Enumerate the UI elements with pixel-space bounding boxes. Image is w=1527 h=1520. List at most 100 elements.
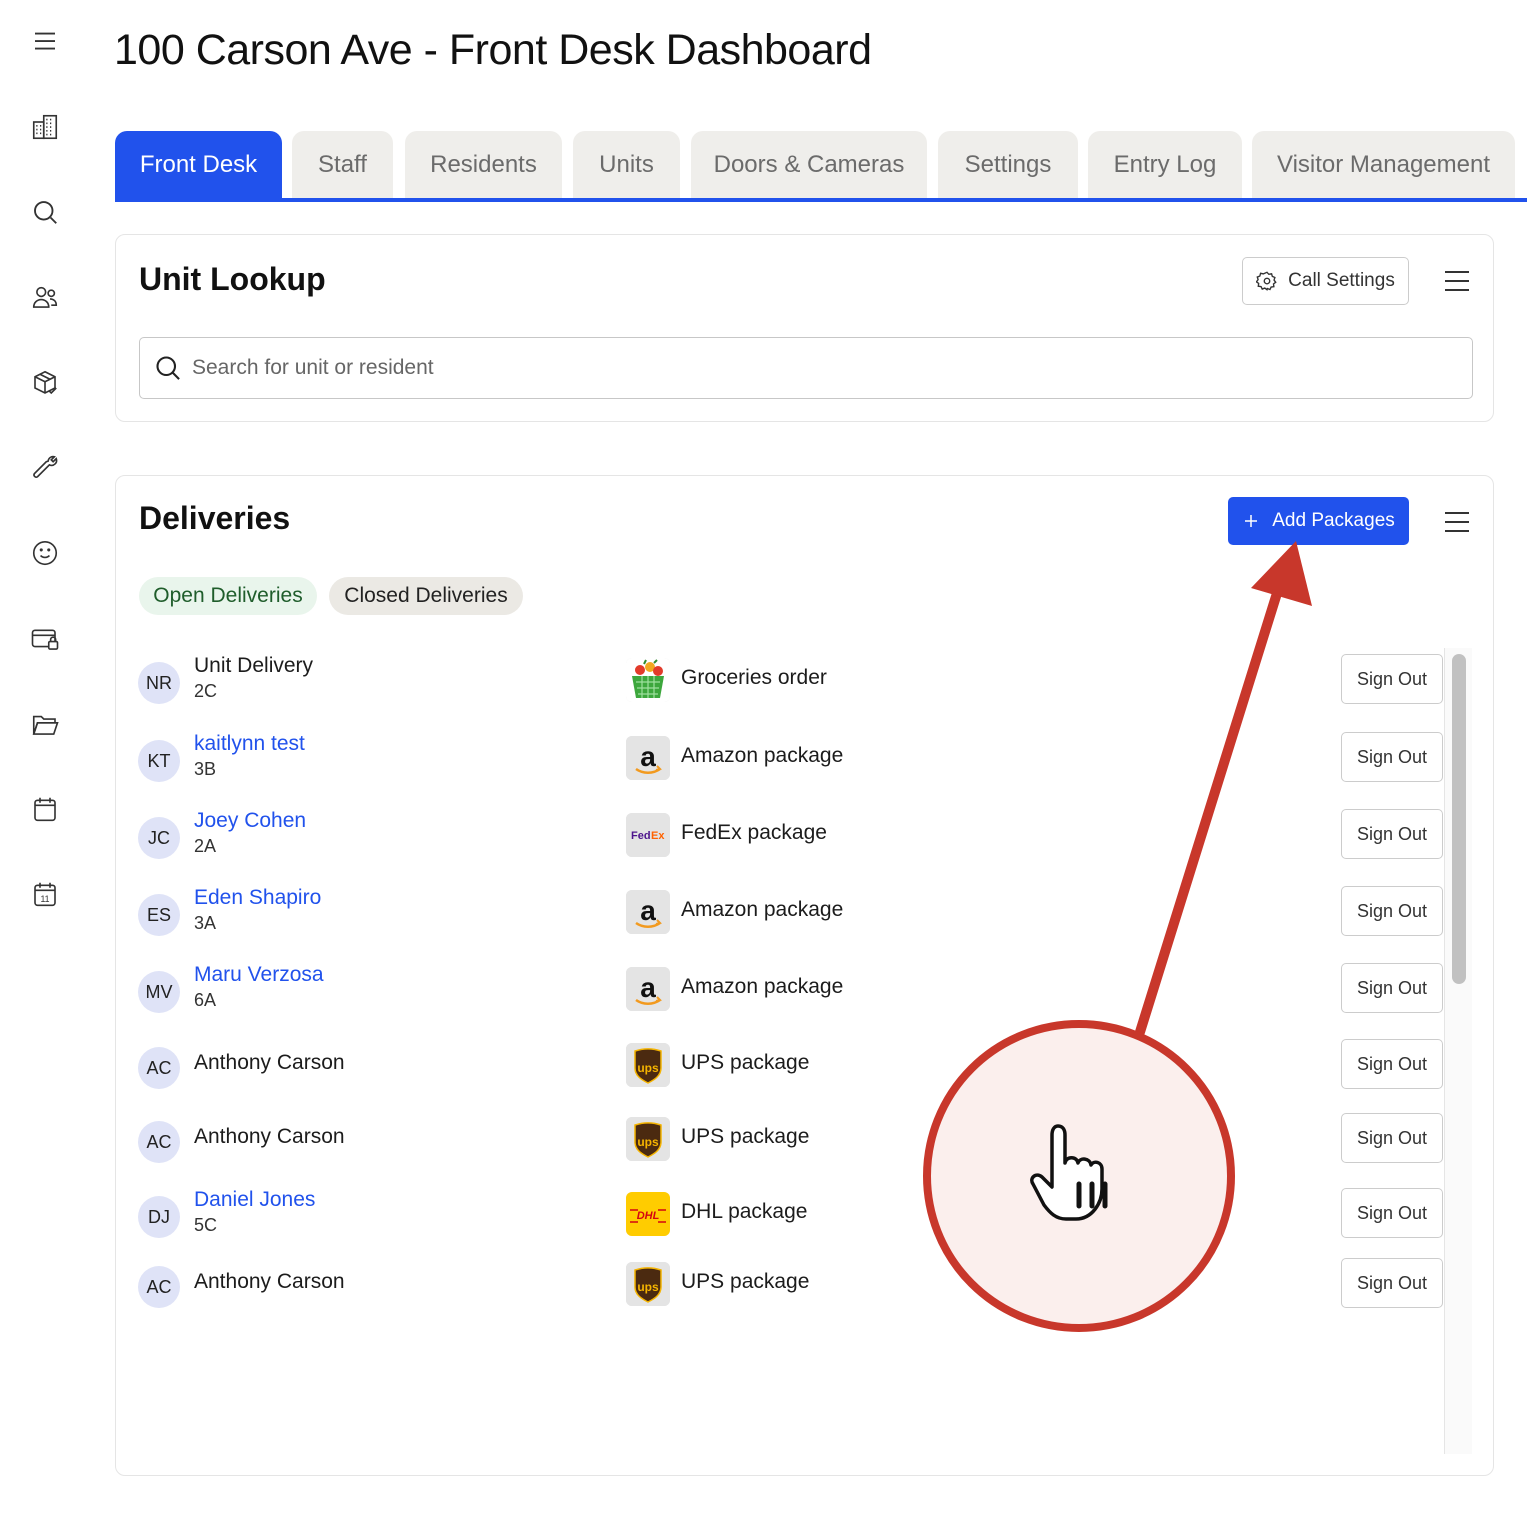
menu-icon[interactable] xyxy=(26,22,64,60)
svg-text:a: a xyxy=(640,972,656,1003)
delivery-row: DJ Daniel Jones 5C DHL DHL package Sign Out xyxy=(116,1188,1473,1248)
tab-doors-cameras[interactable]: Doors & Cameras xyxy=(691,131,927,198)
resident-unit: 3B xyxy=(194,759,217,779)
ups-logo-icon: ups xyxy=(626,1117,670,1161)
svg-text:ups: ups xyxy=(637,1135,659,1149)
svg-text:11: 11 xyxy=(40,894,49,904)
package-description: Amazon package xyxy=(681,975,844,998)
tab-bar: Front Desk Staff Residents Units Doors &… xyxy=(115,131,1527,202)
page-title: 100 Carson Ave - Front Desk Dashboard xyxy=(114,26,872,74)
deliveries-card: Deliveries Add Packages Open Deliveries … xyxy=(115,475,1494,1476)
svg-text:ups: ups xyxy=(637,1061,659,1075)
tab-residents[interactable]: Residents xyxy=(405,131,562,198)
tab-entry-log[interactable]: Entry Log xyxy=(1088,131,1242,198)
resident-name[interactable]: kaitlynn test xyxy=(194,732,305,756)
package-description: Groceries order xyxy=(681,666,827,689)
people-icon[interactable] xyxy=(26,278,64,316)
delivery-row: KT kaitlynn test 3B a Amazon package Sign Out xyxy=(116,732,1473,792)
delivery-row: NR Unit Delivery 2C Groceries order Sign Out xyxy=(116,654,1473,714)
unit-lookup-card: Unit Lookup Call Settings xyxy=(115,234,1494,422)
avatar: AC xyxy=(138,1047,180,1089)
delivery-row: AC Anthony Carson ups UPS package Sign Out xyxy=(116,1113,1473,1173)
sign-out-button[interactable]: Sign Out xyxy=(1341,886,1443,936)
resident-name[interactable]: Eden Shapiro xyxy=(194,886,321,910)
delivery-row: ES Eden Shapiro 3A a Amazon package Sign Out xyxy=(116,886,1473,946)
sign-out-button[interactable]: Sign Out xyxy=(1341,1258,1443,1308)
package-description: UPS package xyxy=(681,1125,810,1148)
sign-out-button[interactable]: Sign Out xyxy=(1341,963,1443,1013)
resident-unit: 2A xyxy=(194,836,217,856)
tab-staff[interactable]: Staff xyxy=(292,131,393,198)
resident-name: Anthony Carson xyxy=(194,1051,345,1074)
delivery-row: JC Joey Cohen 2A Fed Ex FedEx package Sign Out xyxy=(116,809,1473,869)
avatar: NR xyxy=(138,662,180,704)
resident-name[interactable]: Maru Verzosa xyxy=(194,963,324,987)
resident-unit: 6A xyxy=(194,990,217,1010)
svg-text:a: a xyxy=(640,895,656,926)
tab-front-desk[interactable]: Front Desk xyxy=(115,131,282,198)
tab-units[interactable]: Units xyxy=(573,131,680,198)
tab-visitor-management[interactable]: Visitor Management xyxy=(1252,131,1515,198)
avatar: DJ xyxy=(138,1196,180,1238)
wrench-icon[interactable] xyxy=(26,449,64,487)
resident-name: Anthony Carson xyxy=(194,1125,345,1148)
ups-logo-icon: ups xyxy=(626,1043,670,1087)
unit-search-field[interactable] xyxy=(139,337,1473,399)
folder-icon[interactable] xyxy=(26,705,64,743)
avatar: AC xyxy=(138,1121,180,1163)
delivery-row: AC Anthony Carson ups UPS package Sign Out xyxy=(116,1258,1473,1318)
search-input[interactable] xyxy=(192,356,1392,380)
building-icon[interactable] xyxy=(26,108,64,146)
avatar: ES xyxy=(138,894,180,936)
add-packages-button[interactable]: Add Packages xyxy=(1228,497,1409,545)
amazon-logo-icon: a xyxy=(626,890,670,934)
sidebar: 11 xyxy=(0,0,90,1520)
package-icon[interactable] xyxy=(26,364,64,402)
gear-icon xyxy=(1256,271,1277,291)
open-deliveries-filter[interactable]: Open Deliveries xyxy=(139,577,317,615)
calendar-icon[interactable] xyxy=(26,790,64,828)
sign-out-button[interactable]: Sign Out xyxy=(1341,732,1443,782)
sign-out-button[interactable]: Sign Out xyxy=(1341,654,1443,704)
call-settings-button[interactable]: Call Settings xyxy=(1242,257,1409,305)
resident-unit: 5C xyxy=(194,1215,218,1235)
sign-out-button[interactable]: Sign Out xyxy=(1341,1188,1443,1238)
add-packages-label: Add Packages xyxy=(1272,510,1395,531)
resident-name[interactable]: Daniel Jones xyxy=(194,1188,315,1212)
avatar: MV xyxy=(138,971,180,1013)
package-description: Amazon package xyxy=(681,898,844,921)
resident-name: Unit Delivery xyxy=(194,654,314,677)
plus-icon xyxy=(1245,515,1258,527)
svg-text:Fed: Fed xyxy=(631,830,651,842)
unit-lookup-title: Unit Lookup xyxy=(139,261,326,297)
package-description: FedEx package xyxy=(681,821,827,844)
card-lock-icon[interactable] xyxy=(26,620,64,658)
resident-name: Anthony Carson xyxy=(194,1270,345,1293)
svg-text:Ex: Ex xyxy=(651,830,665,842)
svg-text:ups: ups xyxy=(637,1280,659,1294)
search-icon xyxy=(156,356,180,380)
delivery-list-scrollbar[interactable] xyxy=(1444,648,1472,1454)
resident-unit: 3A xyxy=(194,913,217,933)
search-icon[interactable] xyxy=(26,193,64,231)
avatar: AC xyxy=(138,1266,180,1308)
deliveries-title: Deliveries xyxy=(139,500,291,536)
dhl-logo-icon: DHL xyxy=(626,1192,670,1236)
smiley-icon[interactable] xyxy=(26,534,64,572)
calendar-date-icon[interactable]: 11 xyxy=(26,875,64,913)
sign-out-button[interactable]: Sign Out xyxy=(1341,1113,1443,1163)
tab-settings[interactable]: Settings xyxy=(938,131,1078,198)
scrollbar-thumb[interactable] xyxy=(1452,654,1466,984)
svg-text:DHL: DHL xyxy=(637,1210,660,1222)
delivery-row: MV Maru Verzosa 6A a Amazon package Sign Out xyxy=(116,963,1473,1023)
deliveries-menu-icon[interactable] xyxy=(1441,506,1473,538)
fedex-logo-icon: Fed Ex xyxy=(626,813,670,857)
delivery-row: AC Anthony Carson ups UPS package Sign Out xyxy=(116,1039,1473,1099)
closed-deliveries-filter[interactable]: Closed Deliveries xyxy=(329,577,523,615)
resident-name[interactable]: Joey Cohen xyxy=(194,809,306,833)
sign-out-button[interactable]: Sign Out xyxy=(1341,1039,1443,1089)
groceries-logo-icon xyxy=(626,658,670,702)
delivery-list: JMJordan Mason2CaAmazon packageSign OutA… xyxy=(116,646,1473,1454)
sign-out-button[interactable]: Sign Out xyxy=(1341,809,1443,859)
unit-lookup-menu-icon[interactable] xyxy=(1441,265,1473,297)
